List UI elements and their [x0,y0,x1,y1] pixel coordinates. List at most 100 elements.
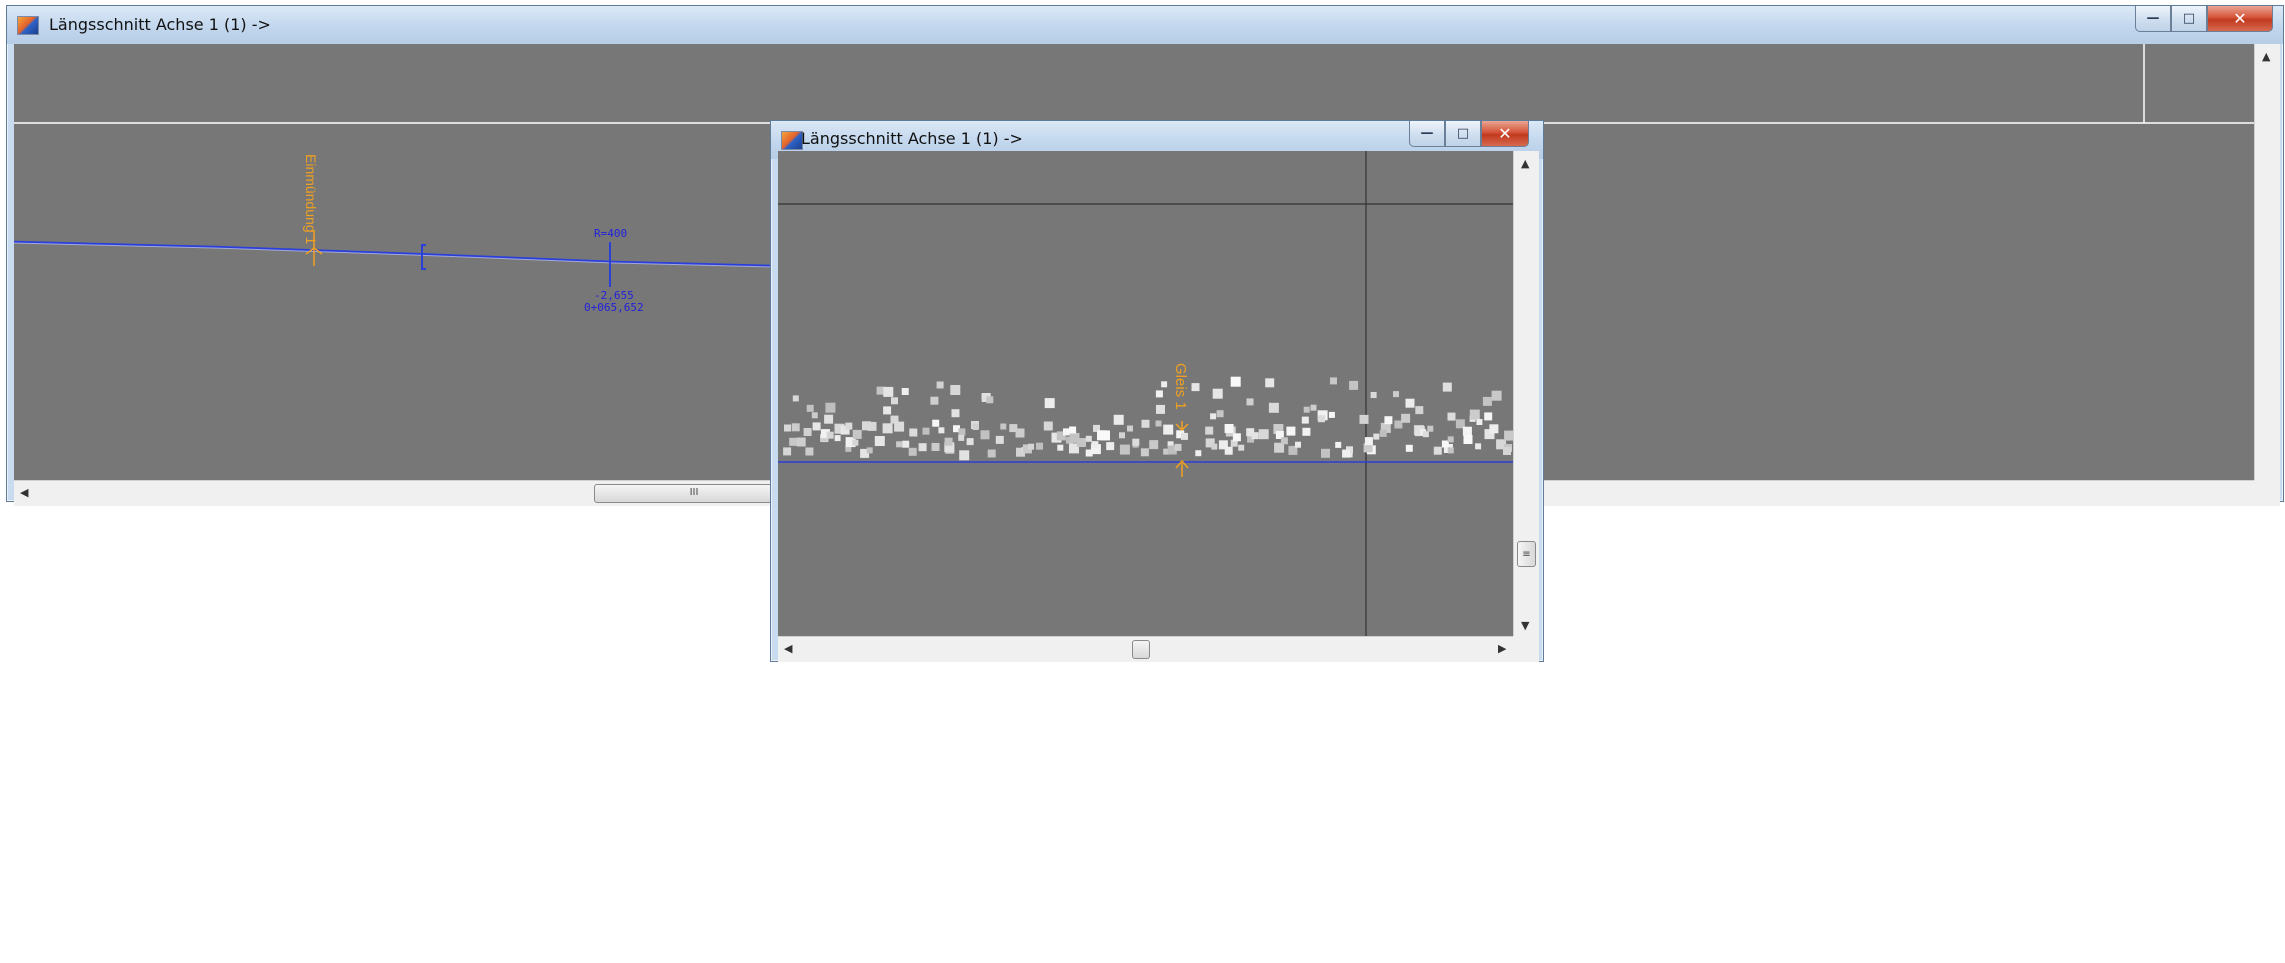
point-cloud-point [1224,446,1233,455]
point-cloud-point [1195,450,1202,457]
point-cloud-point [1379,429,1387,437]
bracket-marker [421,244,426,270]
point-cloud-point [987,449,996,458]
point-cloud-point [1000,423,1007,430]
point-cloud-point [1251,432,1259,440]
point-cloud-point [1384,416,1393,425]
main-titlebar[interactable]: Längsschnitt Achse 1 (1) -> — □ ✕ [7,6,2283,44]
point-cloud-point [1127,425,1133,432]
point-cloud-point [932,419,940,427]
point-cloud-point [803,428,812,436]
point-cloud-point [883,386,894,397]
point-cloud-point [1106,442,1115,451]
point-cloud-point [1330,377,1337,385]
point-cloud-point [908,447,917,456]
point-cloud-point [1174,443,1182,451]
main-vertical-scrollbar[interactable]: ▲ [2254,44,2280,480]
point-cloud-point [805,447,814,456]
zoom-resize-grip[interactable] [1513,636,1539,662]
point-cloud-point [1310,404,1317,411]
point-cloud-point [980,430,990,440]
zoom-profile-canvas[interactable]: Gleis 1 [778,151,1513,636]
zoom-window: Längsschnitt Achse 1 (1) -> — □ ✕ Gleis … [770,120,1544,662]
point-cloud-point [845,422,853,430]
point-cloud-point [1447,436,1454,443]
point-cloud-point [1155,390,1163,398]
point-cloud-point [796,437,806,447]
minimize-icon: — [2146,11,2160,26]
minimize-button[interactable]: — [2135,6,2171,32]
point-cloud-point [824,414,834,424]
point-cloud-point [1113,414,1124,425]
point-cloud-point [909,428,918,437]
main-resize-grip[interactable] [2254,480,2280,506]
minimize-button[interactable]: — [1409,121,1445,147]
point-cloud-point [1015,428,1025,438]
main-scroll-thumb[interactable]: III [594,484,794,503]
point-cloud-point [1238,444,1245,451]
point-cloud-point [1230,376,1241,387]
close-button[interactable]: ✕ [2207,6,2273,32]
point-cloud-point [1422,431,1429,438]
point-cloud-point [951,409,960,418]
point-cloud-point [1373,433,1380,440]
point-cloud-point [784,424,791,432]
scroll-left-icon[interactable]: ◀ [20,486,28,500]
close-button[interactable]: ✕ [1481,121,1529,147]
scroll-right-icon[interactable]: ▶ [1498,642,1506,656]
point-cloud-point [1119,432,1125,439]
point-cloud-point [1212,388,1223,399]
point-cloud-point [1302,427,1311,436]
point-cloud-point [1246,398,1254,406]
point-cloud-point [1504,430,1513,441]
maximize-button[interactable]: □ [1445,121,1481,147]
point-cloud-point [1265,378,1275,388]
point-cloud-point [1415,406,1424,415]
point-cloud-point [1447,447,1454,454]
point-cloud-point [1057,444,1064,451]
point-cloud-point [1132,438,1140,446]
point-cloud-point [1433,446,1442,455]
point-cloud-point [825,402,836,413]
point-cloud-point [882,423,893,434]
point-cloud-point [958,428,966,436]
point-cloud-point [1028,443,1035,450]
zoom-vertical-thumb[interactable]: ≡ [1517,541,1536,567]
zoom-vertical-scrollbar[interactable]: ▲ ≡ ▼ [1513,151,1539,636]
point-cloud-point [1191,383,1200,392]
point-cloud-point [936,381,944,389]
point-cloud-point [1232,433,1241,442]
zoom-horizontal-scrollbar[interactable]: ◀ ▶ [778,636,1513,662]
point-cloud-point [1077,438,1086,447]
point-cloud-point [1069,426,1077,434]
point-cloud-point [867,421,877,431]
zoom-scroll-thumb[interactable] [1132,640,1150,659]
point-cloud-point [1405,444,1413,452]
scroll-left-icon[interactable]: ◀ [784,642,792,656]
point-cloud-point [1463,435,1473,444]
point-cloud-point [1462,426,1472,436]
close-icon: ✕ [2233,9,2247,28]
track-label: Gleis 1 [1172,363,1189,410]
point-cloud-point [1405,398,1415,408]
point-cloud-point [1318,415,1325,423]
point-cloud-point [1401,413,1411,423]
point-cloud-point [1364,437,1373,446]
point-cloud-point [1328,411,1335,418]
minimize-icon: — [1420,126,1434,141]
point-cloud-point [1100,430,1110,441]
point-cloud-point [1119,444,1130,455]
point-cloud-point [1427,425,1434,432]
point-cloud-point [1210,413,1217,420]
point-cloud-point [1036,442,1043,450]
scroll-up-icon[interactable]: ▲ [2262,50,2270,64]
point-cloud-point [1476,419,1483,425]
radius-label: R=400 [594,227,627,240]
point-cloud-point [1482,396,1492,406]
scroll-up-icon[interactable]: ▲ [1521,157,1529,171]
point-cloud-point [1469,409,1480,420]
point-cloud-point [1442,382,1452,392]
scroll-down-icon[interactable]: ▼ [1521,619,1529,633]
maximize-button[interactable]: □ [2171,6,2207,32]
close-icon: ✕ [1498,124,1512,143]
